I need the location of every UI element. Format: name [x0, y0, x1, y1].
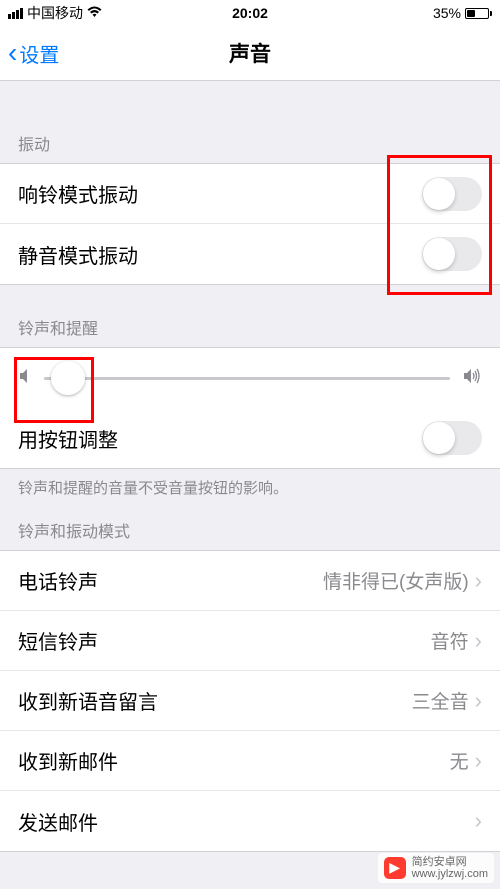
chevron-right-icon: › [475, 568, 482, 594]
row-call-ringtone[interactable]: 电话铃声 情非得已(女声版) › [0, 551, 500, 611]
sms-ringtone-label: 短信铃声 [18, 626, 431, 655]
mail-value: 无 [450, 747, 469, 774]
chevron-right-icon: › [475, 808, 482, 834]
button-adjust-label: 用按钮调整 [18, 424, 422, 453]
volume-high-icon [462, 368, 482, 389]
row-ring-vibrate: 响铃模式振动 [0, 164, 500, 224]
page-title: 声音 [229, 38, 271, 68]
section-header-ringtone: 铃声和提醒 [0, 285, 500, 347]
mail-label: 收到新邮件 [18, 746, 450, 775]
slider-thumb[interactable] [51, 361, 85, 395]
status-right: 35% [433, 5, 492, 21]
row-voicemail[interactable]: 收到新语音留言 三全音 › [0, 671, 500, 731]
section-footer-note: 铃声和提醒的音量不受音量按钮的影响。 [0, 469, 500, 504]
silent-vibrate-label: 静音模式振动 [18, 240, 422, 269]
sms-ringtone-value: 音符 [431, 627, 469, 654]
voicemail-label: 收到新语音留言 [18, 686, 412, 715]
chevron-left-icon: ‹ [8, 37, 17, 69]
section-header-pattern: 铃声和振动模式 [0, 504, 500, 550]
chevron-right-icon: › [475, 628, 482, 654]
row-button-adjust: 用按钮调整 [0, 408, 500, 468]
carrier-label: 中国移动 [27, 3, 83, 23]
volume-low-icon [18, 368, 32, 389]
watermark-line2: www.jylzwj.com [412, 868, 488, 880]
row-sms-ringtone[interactable]: 短信铃声 音符 › [0, 611, 500, 671]
watermark: ▶ 简约安卓网 www.jylzwj.com [378, 853, 494, 883]
call-ringtone-value: 情非得已(女声版) [323, 567, 469, 594]
call-ringtone-label: 电话铃声 [18, 566, 323, 595]
ring-vibrate-toggle[interactable] [422, 177, 482, 211]
status-bar: 中国移动 20:02 35% [0, 0, 500, 26]
nav-bar: ‹ 设置 声音 [0, 26, 500, 81]
back-label: 设置 [19, 39, 59, 68]
ring-vibrate-label: 响铃模式振动 [18, 179, 422, 208]
ringtone-list: 用按钮调整 [0, 347, 500, 469]
status-time: 20:02 [232, 5, 268, 21]
voicemail-value: 三全音 [412, 687, 469, 714]
row-mail[interactable]: 收到新邮件 无 › [0, 731, 500, 791]
button-adjust-toggle[interactable] [422, 421, 482, 455]
back-button[interactable]: ‹ 设置 [8, 37, 59, 69]
battery-pct: 35% [433, 5, 461, 21]
section-header-vibrate: 振动 [0, 113, 500, 163]
row-send-mail[interactable]: 发送邮件 › [0, 791, 500, 851]
row-silent-vibrate: 静音模式振动 [0, 224, 500, 284]
wifi-icon [87, 6, 102, 21]
watermark-logo-icon: ▶ [384, 857, 406, 879]
volume-slider-row [0, 348, 500, 408]
send-mail-label: 发送邮件 [18, 807, 469, 836]
battery-icon [465, 8, 492, 19]
silent-vibrate-toggle[interactable] [422, 237, 482, 271]
status-left: 中国移动 [8, 3, 102, 23]
chevron-right-icon: › [475, 748, 482, 774]
vibrate-list: 响铃模式振动 静音模式振动 [0, 163, 500, 285]
watermark-line1: 简约安卓网 [412, 856, 488, 868]
chevron-right-icon: › [475, 688, 482, 714]
pattern-list: 电话铃声 情非得已(女声版) › 短信铃声 音符 › 收到新语音留言 三全音 ›… [0, 550, 500, 852]
signal-icon [8, 8, 23, 19]
volume-slider[interactable] [44, 377, 450, 380]
